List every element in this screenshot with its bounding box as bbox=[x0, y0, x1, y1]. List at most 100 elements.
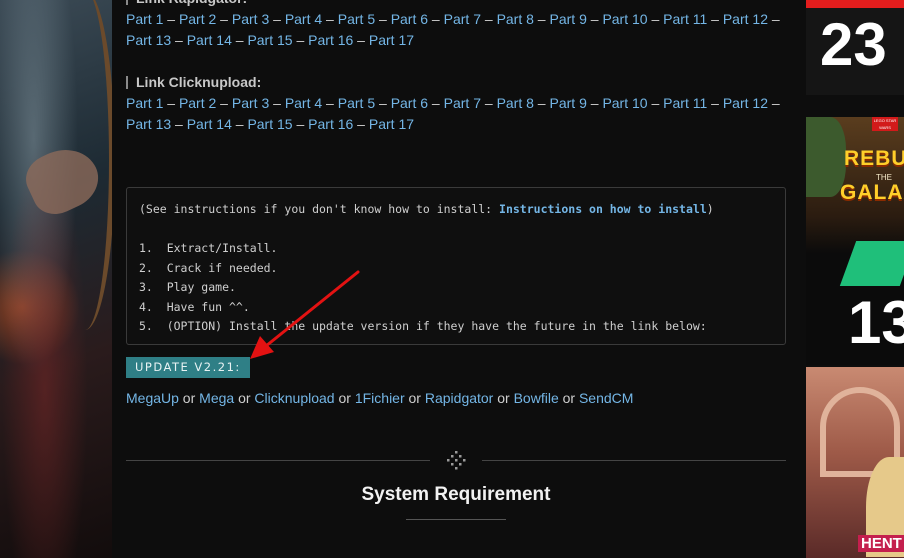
clicknupload-part-link[interactable]: Part 12 bbox=[723, 95, 768, 111]
thumbnail-title-top: REBU bbox=[844, 147, 904, 170]
dash-separator: – bbox=[216, 95, 232, 111]
section-divider bbox=[126, 451, 786, 470]
dash-separator: – bbox=[322, 95, 338, 111]
green-badge-shape bbox=[839, 241, 904, 286]
or-separator: or bbox=[234, 390, 255, 406]
divider-line-right bbox=[482, 460, 786, 461]
dash-separator: – bbox=[231, 116, 248, 132]
diamond-dots-icon bbox=[446, 450, 466, 470]
or-separator: or bbox=[558, 390, 579, 406]
mirror-link[interactable]: Rapidgator bbox=[425, 390, 494, 406]
instruction-step: 5. (OPTION) Install the update version i… bbox=[139, 319, 707, 333]
dash-separator: – bbox=[533, 11, 550, 27]
dash-separator: – bbox=[171, 116, 187, 132]
clicknupload-part-link[interactable]: Part 14 bbox=[187, 116, 232, 132]
install-instructions-box: (See instructions if you don't know how … bbox=[126, 187, 786, 345]
lego-logo: LEGO STAR WARS bbox=[872, 117, 898, 131]
dash-separator: – bbox=[269, 11, 285, 27]
thumbnail-number: 13 bbox=[848, 289, 904, 356]
clicknupload-links: Link Clicknupload: Part 1 – Part 2 – Par… bbox=[126, 72, 786, 135]
rapidgator-part-link[interactable]: Part 8 bbox=[497, 11, 534, 27]
instruction-step: 1. Extract/Install. bbox=[139, 241, 278, 255]
rapidgator-part-link[interactable]: Part 10 bbox=[602, 11, 647, 27]
sidebar-thumbnail-lego[interactable]: LEGO STAR WARS REBU THE GALAX 13 bbox=[806, 117, 904, 365]
clicknupload-part-link[interactable]: Part 5 bbox=[338, 95, 375, 111]
instruction-step: 4. Have fun ^^. bbox=[139, 299, 250, 314]
rapidgator-part-link[interactable]: Part 1 bbox=[126, 11, 163, 27]
mirror-link[interactable]: Bowfile bbox=[514, 390, 559, 406]
update-mirror-links: MegaUp or Mega or Clicknupload or 1Fichi… bbox=[126, 388, 633, 409]
instructions-intro: (See instructions if you don't know how … bbox=[139, 202, 785, 222]
heading-underline bbox=[406, 519, 506, 520]
rapidgator-part-link[interactable]: Part 5 bbox=[338, 11, 375, 27]
rapidgator-part-link[interactable]: Part 12 bbox=[723, 11, 768, 27]
divider-line-left bbox=[126, 460, 430, 461]
clicknupload-part-link[interactable]: Part 6 bbox=[391, 95, 428, 111]
dash-separator: – bbox=[707, 11, 723, 27]
rapidgator-part-link[interactable]: Part 2 bbox=[179, 11, 216, 27]
dash-separator: – bbox=[767, 11, 780, 27]
clicknupload-part-link[interactable]: Part 9 bbox=[550, 95, 587, 111]
rapidgator-part-link[interactable]: Part 13 bbox=[126, 32, 171, 48]
rapidgator-part-link[interactable]: Part 4 bbox=[285, 11, 322, 27]
post-content: Link Rapidgator: Part 1 – Part 2 – Part … bbox=[112, 0, 798, 558]
rapidgator-parts: Part 1 – Part 2 – Part 3 – Part 4 – Part… bbox=[126, 9, 786, 51]
clicknupload-part-link[interactable]: Part 13 bbox=[126, 116, 171, 132]
thumbnail-title-bottom: GALAX bbox=[840, 181, 904, 204]
mirror-link[interactable]: MegaUp bbox=[126, 390, 179, 406]
rapidgator-part-link[interactable]: Part 14 bbox=[187, 32, 232, 48]
clicknupload-part-link[interactable]: Part 15 bbox=[247, 116, 292, 132]
or-separator: or bbox=[404, 390, 425, 406]
dash-separator: – bbox=[647, 11, 664, 27]
dash-separator: – bbox=[231, 32, 248, 48]
dash-separator: – bbox=[292, 32, 309, 48]
rapidgator-part-link[interactable]: Part 3 bbox=[232, 11, 269, 27]
dash-separator: – bbox=[171, 32, 187, 48]
dash-separator: – bbox=[163, 11, 179, 27]
thumbnail-banner bbox=[806, 0, 904, 8]
clicknupload-parts: Part 1 – Part 2 – Part 3 – Part 4 – Part… bbox=[126, 93, 786, 135]
rapidgator-part-link[interactable]: Part 9 bbox=[550, 11, 587, 27]
sidebar-thumbnail[interactable]: HENT bbox=[806, 367, 904, 558]
clicknupload-part-link[interactable]: Part 7 bbox=[444, 95, 481, 111]
mirror-link[interactable]: Mega bbox=[199, 390, 234, 406]
clicknupload-part-link[interactable]: Part 4 bbox=[285, 95, 322, 111]
rapidgator-part-link[interactable]: Part 16 bbox=[308, 32, 353, 48]
clicknupload-part-link[interactable]: Part 3 bbox=[232, 95, 269, 111]
clicknupload-part-link[interactable]: Part 16 bbox=[308, 116, 353, 132]
clicknupload-part-link[interactable]: Part 1 bbox=[126, 95, 163, 111]
dash-separator: – bbox=[767, 95, 780, 111]
dash-separator: – bbox=[269, 95, 285, 111]
update-version-label: UPDATE V2.21: bbox=[126, 357, 250, 378]
background-artwork bbox=[0, 0, 112, 558]
dash-separator: – bbox=[533, 95, 550, 111]
dash-separator: – bbox=[480, 95, 497, 111]
dash-separator: – bbox=[647, 95, 664, 111]
dash-separator: – bbox=[480, 11, 497, 27]
rapidgator-links: Link Rapidgator: Part 1 – Part 2 – Part … bbox=[126, 0, 786, 51]
clicknupload-part-link[interactable]: Part 10 bbox=[602, 95, 647, 111]
instructions-link[interactable]: Instructions on how to install bbox=[499, 202, 707, 216]
dash-separator: – bbox=[375, 95, 391, 111]
rapidgator-part-link[interactable]: Part 11 bbox=[663, 11, 707, 27]
rapidgator-part-link[interactable]: Part 17 bbox=[369, 32, 414, 48]
dash-separator: – bbox=[586, 95, 603, 111]
rapidgator-part-link[interactable]: Part 7 bbox=[444, 11, 481, 27]
rapidgator-part-link[interactable]: Part 15 bbox=[247, 32, 292, 48]
clicknupload-part-link[interactable]: Part 11 bbox=[663, 95, 707, 111]
mirror-link[interactable]: Clicknupload bbox=[254, 390, 334, 406]
sidebar-thumbnail[interactable]: 23 bbox=[806, 0, 904, 95]
mirror-link[interactable]: 1Fichier bbox=[355, 390, 405, 406]
dash-separator: – bbox=[375, 11, 391, 27]
rapidgator-part-link[interactable]: Part 6 bbox=[391, 11, 428, 27]
instructions-intro-text: (See instructions if you don't know how … bbox=[139, 202, 500, 216]
clicknupload-part-link[interactable]: Part 2 bbox=[179, 95, 216, 111]
clicknupload-part-link[interactable]: Part 17 bbox=[369, 116, 414, 132]
instructions-intro-close: ) bbox=[706, 202, 714, 216]
dash-separator: – bbox=[707, 95, 723, 111]
clicknupload-part-link[interactable]: Part 8 bbox=[497, 95, 534, 111]
sidebar: 23 LEGO STAR WARS REBU THE GALAX 13 HENT bbox=[798, 0, 904, 558]
dash-separator: – bbox=[322, 11, 338, 27]
mirror-link[interactable]: SendCM bbox=[579, 390, 633, 406]
